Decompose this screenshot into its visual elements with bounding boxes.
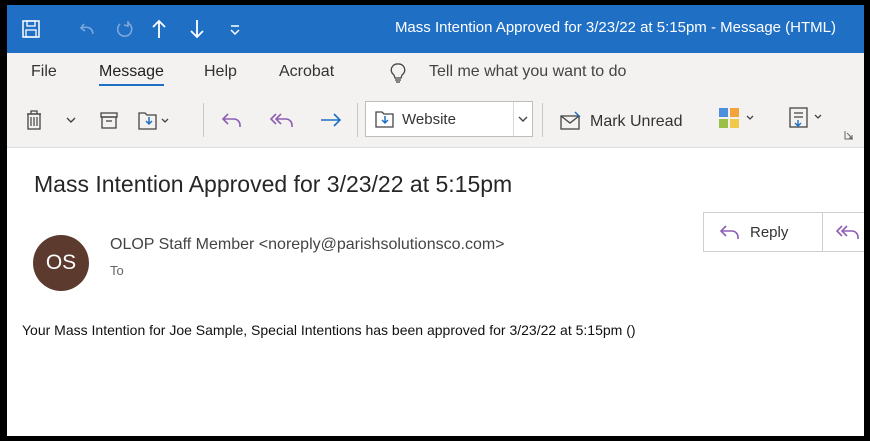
sender-avatar[interactable]: OS: [33, 235, 89, 291]
customize-toolbar-icon[interactable]: [225, 17, 245, 41]
reply-all-icon[interactable]: [267, 108, 297, 132]
folder-move-icon: [374, 108, 396, 135]
delete-dropdown-icon[interactable]: [65, 113, 77, 127]
ribbon-launcher-icon[interactable]: [843, 129, 855, 141]
reply-label: Reply: [750, 224, 789, 241]
save-icon[interactable]: [19, 17, 43, 41]
tell-me-search[interactable]: Tell me what you want to do: [429, 63, 626, 81]
mark-unread-icon[interactable]: [557, 109, 585, 133]
ribbon-separator: [357, 103, 358, 137]
move-to-folder-label: Website: [402, 111, 456, 128]
to-label: To: [110, 263, 124, 278]
ribbon-separator: [542, 103, 543, 137]
window-title: Mass Intention Approved for 3/23/22 at 5…: [394, 19, 836, 36]
lightbulb-icon: [390, 62, 406, 89]
categorize-icon[interactable]: [716, 105, 760, 131]
outlook-message-window: Mass Intention Approved for 3/23/22 at 5…: [7, 5, 864, 436]
message-body: Your Mass Intention for Joe Sample, Spec…: [22, 322, 636, 338]
delete-icon[interactable]: [23, 108, 45, 132]
reply-actions: Reply: [703, 212, 864, 252]
reply-icon: [718, 223, 742, 246]
sender-address[interactable]: OLOP Staff Member <noreply@parishsolutio…: [110, 236, 505, 254]
chevron-down-icon[interactable]: [513, 102, 532, 136]
menu-help[interactable]: Help: [204, 63, 237, 81]
menu-bar: File Message Help Acrobat Tell me what y…: [7, 53, 864, 95]
follow-up-icon[interactable]: [786, 105, 830, 131]
reply-all-icon[interactable]: [834, 223, 860, 246]
redo-icon[interactable]: [112, 17, 136, 41]
menu-file[interactable]: File: [31, 63, 57, 81]
next-item-icon[interactable]: [185, 17, 209, 41]
message-subject: Mass Intention Approved for 3/23/22 at 5…: [34, 171, 513, 197]
ribbon-separator: [203, 103, 204, 137]
mark-unread-button[interactable]: Mark Unread: [590, 113, 682, 131]
archive-icon[interactable]: [98, 109, 120, 131]
undo-icon[interactable]: [76, 17, 100, 41]
reply-button[interactable]: Reply: [704, 213, 823, 251]
title-bar: Mass Intention Approved for 3/23/22 at 5…: [7, 5, 864, 53]
menu-message[interactable]: Message: [99, 63, 164, 86]
reply-icon[interactable]: [219, 108, 245, 132]
menu-acrobat[interactable]: Acrobat: [279, 63, 334, 81]
forward-icon[interactable]: [317, 108, 345, 132]
previous-item-icon[interactable]: [147, 17, 171, 41]
move-to-folder-combo[interactable]: Website: [365, 101, 533, 137]
move-icon[interactable]: [135, 107, 171, 133]
